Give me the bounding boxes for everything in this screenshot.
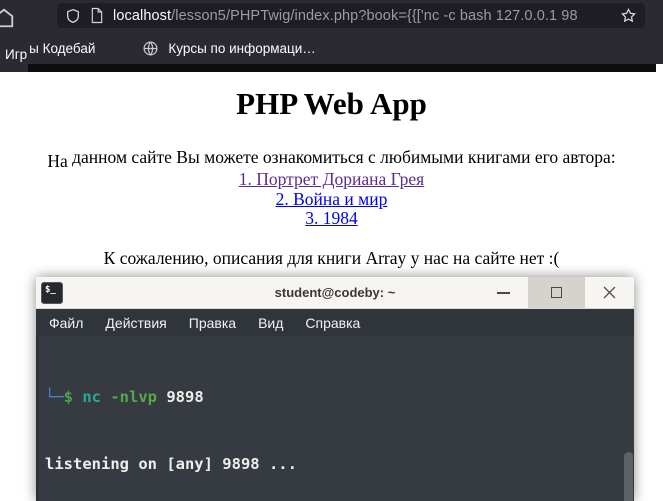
- address-bar[interactable]: localhost/lesson5/PHPTwig/index.php?book…: [57, 3, 645, 28]
- command-port: 9898: [157, 387, 204, 406]
- url-text[interactable]: localhost/lesson5/PHPTwig/index.php?book…: [113, 7, 614, 24]
- page-title: PHP Web App: [236, 86, 427, 121]
- url-host: localhost: [113, 7, 172, 24]
- intro-text-rest: данном сайте Вы можете ознакомиться с лю…: [67, 147, 616, 167]
- menu-help[interactable]: Справка: [305, 315, 360, 331]
- url-path: /lesson5/PHPTwig/index.php?book={{['nc -…: [171, 7, 578, 24]
- window-controls: [479, 277, 634, 308]
- terminal-window: $_ student@codeby: ~ Файл Действия Правк…: [36, 277, 634, 501]
- bookmarks-bar: Игр ы Кодебай Курсы по информаци…: [0, 33, 663, 64]
- book-link-war-and-peace[interactable]: 2. Война и мир: [0, 189, 663, 210]
- prompt-dollar: $: [63, 387, 74, 406]
- page-top-border: [28, 64, 656, 72]
- bookmark-games[interactable]: Игр: [5, 47, 27, 62]
- book-link-1984[interactable]: 3. 1984: [0, 208, 663, 229]
- menu-view[interactable]: Вид: [258, 315, 283, 331]
- page-info-icon[interactable]: [90, 7, 104, 24]
- not-found-message: К сожалению, описания для книги Array у …: [103, 247, 560, 268]
- intro-text: На данном сайте Вы можете ознакомиться с…: [0, 147, 663, 171]
- urlbar-row: localhost/lesson5/PHPTwig/index.php?book…: [0, 0, 663, 31]
- prompt-tick: └─: [45, 387, 64, 406]
- close-button[interactable]: [585, 277, 634, 308]
- book-list: 1. Портрет Дориана Грея 2. Война и мир 3…: [0, 169, 663, 229]
- browser-toolbar: localhost/lesson5/PHPTwig/index.php?book…: [0, 0, 663, 64]
- terminal-scrollbar[interactable]: [624, 452, 633, 501]
- bookmark-courses[interactable]: Курсы по информаци…: [168, 41, 315, 56]
- minimize-icon: [497, 291, 510, 294]
- bookmark-codeby[interactable]: ы Кодебай: [29, 41, 95, 56]
- command-nc: nc: [73, 387, 102, 406]
- globe-icon: [142, 40, 159, 57]
- intro-text-start: На: [47, 151, 68, 171]
- close-icon: [603, 286, 616, 299]
- maximize-icon: [551, 287, 562, 298]
- minimize-button[interactable]: [479, 277, 528, 308]
- url-fade: [580, 7, 614, 24]
- menu-file[interactable]: Файл: [49, 315, 83, 331]
- book-link-dorian-gray[interactable]: 1. Портрет Дориана Грея: [0, 169, 663, 190]
- home-icon[interactable]: [0, 7, 15, 34]
- terminal-menubar: Файл Действия Правка Вид Справка: [36, 309, 634, 336]
- menu-edit[interactable]: Правка: [189, 315, 236, 331]
- maximize-button[interactable]: [528, 277, 585, 308]
- terminal-titlebar[interactable]: $_ student@codeby: ~: [36, 277, 634, 309]
- terminal-output[interactable]: └─$ nc -nlvp 9898 listening on [any] 989…: [36, 336, 634, 501]
- prompt-line: └─$ nc -nlvp 9898: [45, 386, 626, 408]
- terminal-app-icon: $_: [41, 281, 63, 304]
- menu-actions[interactable]: Действия: [105, 315, 166, 331]
- bookmark-star-icon[interactable]: [620, 7, 637, 24]
- chrome-edge-strip: [0, 64, 28, 72]
- output-line: listening on [any] 9898 ...: [45, 455, 297, 474]
- shield-icon[interactable]: [65, 7, 81, 25]
- command-options: -nlvp: [101, 387, 158, 406]
